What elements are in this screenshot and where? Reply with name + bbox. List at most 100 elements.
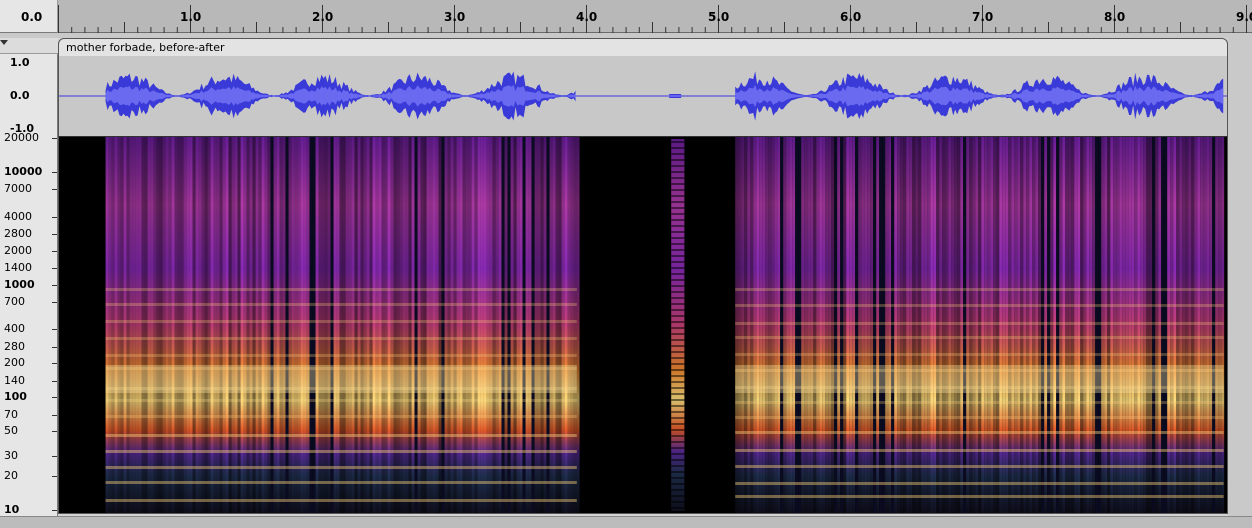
spectrogram-column [486,137,490,513]
spectrogram-stripe [671,177,685,179]
spectrogram-column [342,137,346,513]
spectrogram-stripe [671,459,685,461]
vertical-ruler[interactable]: 1.0 0.0 -1.0 20000 10000 7000 4000 2800 2000 140… [0,38,58,516]
spectrogram-column [261,137,265,513]
spectrogram-column [279,137,283,513]
frequency-label: 1400 [4,261,32,275]
spectrogram-column [336,137,340,513]
spectrogram-column [483,137,487,513]
spectrogram-column [444,137,448,513]
spectrogram-column [174,137,178,513]
spectrogram-column [543,137,547,513]
frequency-tick [52,414,57,416]
spectrogram-stripe [671,201,685,203]
spectrogram-column [423,137,427,513]
spectrogram-stripe [671,291,685,293]
spectrogram-stripe [671,477,685,479]
spectrogram-column [144,137,148,513]
spectrogram-column [237,137,241,513]
spectrogram-stripe [671,261,685,263]
frequency-label: 2800 [4,227,32,241]
spectrogram-stripe [671,153,685,155]
spectrogram-column [228,137,232,513]
spectrogram-column [219,137,223,513]
frequency-label: 30 [4,449,18,463]
frequency-label: 140 [4,373,25,387]
bottom-scroll-area[interactable] [0,516,1252,528]
spectrogram-column [288,137,292,513]
spectrogram-column [297,137,301,513]
spectrogram-stripe [671,315,685,317]
ruler-tick-label: 1.0 [180,10,202,24]
spectrogram-column [135,137,139,513]
spectrogram-stripe [671,219,685,221]
spectrogram-harmonic [105,399,577,402]
spectrogram-column [246,137,250,513]
frequency-label: 20 [4,469,18,483]
ruler-tick-label: 8.0 [1104,10,1126,24]
track-menu-arrow-icon[interactable] [0,40,8,45]
spectrogram-stripe [671,363,685,365]
spectrogram-stripe [671,213,685,215]
track-name-label[interactable]: mother forbade, before-after [66,41,225,54]
spectrogram-harmonic [105,415,577,418]
spectrogram-column [405,137,409,513]
spectrogram-column [453,137,457,513]
frequency-label: 400 [4,322,25,336]
spectrogram-column [525,137,529,513]
spectrogram-stripe [671,171,685,173]
spectrogram-stripe [671,189,685,191]
spectrogram-column [198,137,202,513]
spectrogram-stripe [671,297,685,299]
frequency-tick [52,510,57,511]
spectrogram-column [408,137,412,513]
spectrogram-stripe [671,489,685,491]
spectrogram-stripe [671,447,685,449]
ruler-corner: 0.0 [0,0,58,33]
spectrogram-column [291,137,295,513]
spectrogram-column [162,137,166,513]
spectrogram-stripe [671,309,685,311]
frequency-label: 200 [4,356,25,370]
spectrogram-column [375,137,379,513]
spectrogram-column [195,137,199,513]
spectrogram-column [132,137,136,513]
spectrogram-stripe [671,285,685,287]
spectrogram-column [276,137,280,513]
spectrogram-view[interactable] [58,136,1228,514]
ruler-ticks [58,5,1247,33]
audio-editor-window: 0.0 1.02.03.04.05.06.07.08.09.0 1.00.0-1… [0,0,1252,528]
track-header[interactable]: mother forbade, before-after [58,38,1228,56]
spectrogram-harmonic [105,481,577,484]
spectrogram-harmonic [735,495,1224,498]
spectrogram-harmonic [105,303,577,306]
spectrogram-column [504,137,508,513]
spectrogram-column [270,137,274,513]
spectrogram-column [180,137,184,513]
spectrogram-stripe [671,231,685,233]
spectrogram-column [216,137,220,513]
spectrogram-harmonic [105,320,577,323]
audio-track[interactable]: mother forbade, before-after [58,38,1252,516]
waveform-view[interactable] [58,56,1228,136]
spectrogram-column [435,137,439,513]
spectrogram-column [207,137,211,513]
spectrogram-column [519,137,523,513]
spectrogram-column [378,137,382,513]
spectrogram-column [363,137,367,513]
spectrogram-column [558,137,562,513]
spectrogram-column [255,137,259,513]
spectrogram-stripe [671,321,685,323]
spectrogram-column [441,137,445,513]
spectrogram-column [348,137,352,513]
waveform-graph [59,71,1227,121]
track-menu-strip[interactable] [0,38,58,54]
spectrogram-stripe [671,207,685,209]
spectrogram-column [282,137,286,513]
spectrogram-column [333,137,337,513]
ruler-tick-label: 6.0 [840,10,862,24]
frequency-tick [52,456,57,458]
amplitude-label: 0.0 [10,89,30,102]
timeline-ruler[interactable]: 1.0 2.0 3.0 4.0 5.0 6.0 7.0 8.0 9.0 [58,0,1252,33]
frequency-label: 10000 [4,164,43,178]
